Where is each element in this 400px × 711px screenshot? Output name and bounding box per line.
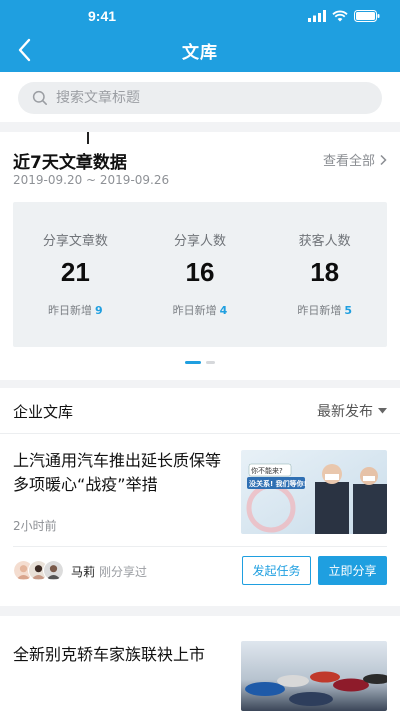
stat-customers: 获客人数 18 昨日新增 5 <box>262 202 387 347</box>
page-indicator <box>0 361 400 364</box>
stat-value: 18 <box>310 257 340 287</box>
article-thumbnail[interactable] <box>241 641 387 711</box>
stat-shared-articles: 分享文章数 21 昨日新增 9 <box>13 202 138 347</box>
stat-inc-value: 4 <box>219 304 228 317</box>
text-cursor <box>87 132 89 144</box>
article-time: 2小时前 <box>13 519 57 533</box>
article-thumbnail[interactable]: 你不能来? 没关系! 我们等你! <box>241 450 387 534</box>
sort-label: 最新发布 <box>317 404 373 420</box>
search-input[interactable] <box>56 90 336 106</box>
stat-sharers: 分享人数 16 昨日新增 4 <box>138 202 263 347</box>
chevron-right-icon <box>380 154 387 165</box>
stat-increment: 昨日新增 9 <box>13 302 138 318</box>
status-icons <box>308 10 380 22</box>
stat-increment: 昨日新增 5 <box>262 302 387 318</box>
view-all-label: 查看全部 <box>322 154 375 169</box>
page-dot[interactable] <box>206 361 215 364</box>
stat-increment: 昨日新增 4 <box>138 302 263 318</box>
stat-value: 16 <box>185 257 215 287</box>
stat-inc-label: 昨日新增 <box>48 304 92 317</box>
article-footer: 马莉 刚分享过 发起任务 立即分享 <box>13 550 387 590</box>
stat-value: 21 <box>60 257 90 287</box>
thumb-caption-2: 没关系! 我们等你! <box>249 480 307 488</box>
search-area <box>0 72 400 122</box>
thumbnail-image <box>241 450 387 534</box>
article-item[interactable]: 上汽通用汽车推出延长质保等多项暖心“战疫”举措 2小时前 你不能来? 没关系! … <box>0 434 400 606</box>
divider <box>13 546 387 547</box>
sharer-note: 刚分享过 <box>99 565 148 579</box>
status-bar: 9:41 <box>0 0 400 34</box>
page-title: 文库 <box>182 43 218 63</box>
sharer-avatars <box>13 560 64 581</box>
stat-inc-label: 昨日新增 <box>297 304 342 317</box>
stats-header: 近7天文章数据 2019-09.20 ~ 2019-09.26 查看全部 <box>13 132 387 202</box>
wifi-icon <box>332 10 348 22</box>
page-dot-active[interactable] <box>185 361 201 364</box>
stat-label: 分享人数 <box>174 234 227 249</box>
stat-inc-value: 9 <box>95 304 103 317</box>
search-icon <box>32 90 47 105</box>
search-bar[interactable] <box>18 82 382 114</box>
library-header: 企业文库 最新发布 <box>0 388 400 434</box>
sharer-name: 马莉 <box>71 565 96 579</box>
library-card: 企业文库 最新发布 上汽通用汽车推出延长质保等多项暖心“战疫”举措 2小时前 你… <box>0 388 400 606</box>
sort-dropdown[interactable]: 最新发布 <box>317 401 387 421</box>
article-title[interactable]: 全新别克轿车家族联袂上市 <box>13 641 205 665</box>
thumb-caption-1: 你不能来? <box>251 467 283 475</box>
share-now-button[interactable]: 立即分享 <box>318 556 387 585</box>
article-title[interactable]: 上汽通用汽车推出延长质保等多项暖心“战疫”举措 <box>13 449 225 497</box>
status-time: 9:41 <box>88 8 117 24</box>
start-task-button[interactable]: 发起任务 <box>242 556 311 585</box>
battery-icon <box>354 10 380 22</box>
stat-label: 分享文章数 <box>42 234 108 249</box>
thumbnail-image <box>241 641 387 711</box>
caret-down-icon <box>378 408 387 414</box>
library-title: 企业文库 <box>13 403 74 421</box>
view-all-link[interactable]: 查看全部 <box>323 150 387 169</box>
article-item[interactable]: 全新别克轿车家族联袂上市 <box>0 616 400 711</box>
stats-date-range: 2019-09.20 ~ 2019-09.26 <box>13 173 170 187</box>
stats-card: 近7天文章数据 2019-09.20 ~ 2019-09.26 查看全部 分享文… <box>0 132 400 380</box>
avatar <box>43 560 64 581</box>
top-bar: 9:41 文库 <box>0 0 400 72</box>
stat-inc-label: 昨日新增 <box>172 304 217 317</box>
signal-icon <box>308 10 326 22</box>
nav-bar: 文库 <box>0 34 400 72</box>
stat-inc-value: 5 <box>344 304 352 317</box>
stat-label: 获客人数 <box>298 234 351 249</box>
stats-title: 近7天文章数据 <box>13 153 127 173</box>
stats-panel: 分享文章数 21 昨日新增 9 分享人数 16 昨日新增 4 获客人数 18 昨日新… <box>13 202 387 347</box>
